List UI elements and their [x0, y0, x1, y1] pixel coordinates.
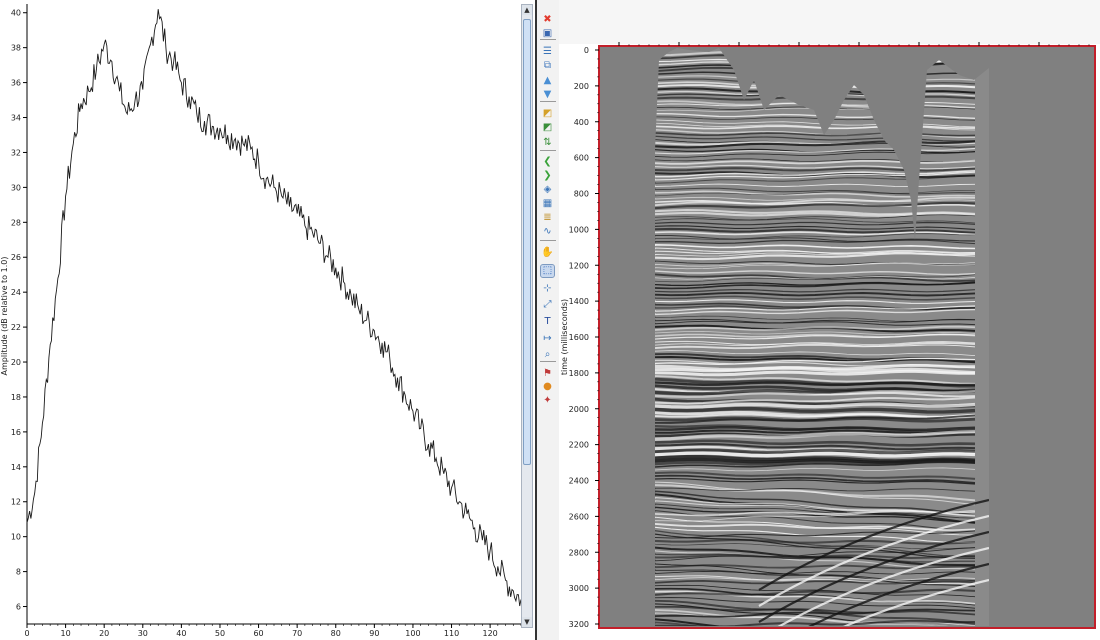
- y-axis-label: Amplitude (dB relative to 1.0): [0, 257, 9, 376]
- spectrum-panel: 6 8 10 12 14 16 18 20 22 24 26 28 30 32 34 36 38 40 0 10 20…: [0, 0, 537, 640]
- time-tick-label: 1000: [569, 225, 589, 234]
- arrow-down-tool-icon[interactable]: ▼: [541, 89, 554, 101]
- zoom-tool-icon[interactable]: ⌕: [541, 349, 554, 361]
- vertical-toolbar: ✖ ▣ ☰ ⧉ ▲ ▼ ◩ ◩ ⇅ ❮ ❯ ◈ ▦ ≣ ∿ ✋ ⬚ ⊹ ⤢ T ↦ ⌕ ⚑ ● ✦: [537, 0, 560, 640]
- image-tool-icon[interactable]: ▦: [541, 198, 554, 210]
- time-tick-label: 2600: [569, 512, 589, 521]
- time-tick-label: 3000: [569, 584, 589, 593]
- measure-tool-icon[interactable]: ↦: [541, 333, 554, 345]
- scrollbar-thumb[interactable]: [523, 19, 531, 465]
- list-tool-icon[interactable]: ☰: [541, 46, 554, 58]
- settings-tool-icon[interactable]: ✦: [541, 395, 554, 407]
- y-tick-label: 20: [11, 358, 21, 367]
- scroll-down-icon[interactable]: ▼: [522, 617, 532, 627]
- toolbar-separator: [540, 101, 556, 102]
- spectrum-series-line: [26, 9, 522, 607]
- x-tick-label: 50: [215, 629, 225, 638]
- x-tick-label: 30: [138, 629, 148, 638]
- y-tick-label: 36: [11, 79, 21, 88]
- time-tick-label: 0: [584, 46, 589, 55]
- x-tick-label: 90: [369, 629, 379, 638]
- spectrum-plot: 6 8 10 12 14 16 18 20 22 24 26 28 30 32 34 36 38 40 0 10 20…: [0, 4, 522, 638]
- toolbar-separator: [540, 150, 556, 151]
- arrow-up-tool-icon[interactable]: ▲: [541, 75, 554, 87]
- time-tick-label: 400: [574, 118, 589, 127]
- x-tick-label: 60: [253, 629, 263, 638]
- expand-tool-icon[interactable]: ⤢: [541, 299, 554, 311]
- toolbar-separator: [540, 240, 556, 241]
- y-tick-label: 26: [11, 253, 21, 262]
- pick-tool-icon[interactable]: ⊹: [541, 283, 554, 295]
- close-tool-icon[interactable]: ✖: [541, 14, 554, 26]
- time-tick-label: 1800: [569, 369, 589, 378]
- page-edit-tool-icon[interactable]: ◩: [541, 108, 554, 120]
- x-tick-label: 0: [24, 629, 29, 638]
- toolbar-separator: [540, 361, 556, 362]
- stack-tool-icon[interactable]: ≣: [541, 212, 554, 224]
- time-tick-label: 2400: [569, 477, 589, 486]
- scroll-up-icon[interactable]: ▲: [522, 5, 532, 15]
- seismic-section-view[interactable]: 0 200 400 600 800 1000 1200 1400 1600 1800 2000 220…: [559, 0, 1100, 640]
- seismic-panel: 0 200 400 600 800 1000 1200 1400 1600 1800 2000 220…: [559, 0, 1100, 640]
- time-tick-label: 2800: [569, 548, 589, 557]
- y-tick-label: 10: [11, 533, 21, 542]
- x-tick-label: 20: [99, 629, 109, 638]
- hand-pan-tool-icon[interactable]: ✋: [541, 247, 554, 259]
- x-tick-label: 100: [405, 629, 420, 638]
- spectrum-vertical-scrollbar[interactable]: ▲ ▼: [521, 4, 533, 628]
- page-check-tool-icon[interactable]: ◩: [541, 122, 554, 134]
- x-tick-label: 80: [331, 629, 341, 638]
- y-tick-label: 14: [11, 463, 21, 472]
- time-tick-label: 1400: [569, 297, 589, 306]
- time-tick-label: 2000: [569, 405, 589, 414]
- time-axis-label: time (milliseconds): [560, 299, 569, 375]
- text-tool-icon[interactable]: T: [541, 316, 554, 328]
- layers-tool-icon[interactable]: ◈: [541, 184, 554, 196]
- y-tick-label: 30: [11, 183, 21, 192]
- x-tick-label: 10: [61, 629, 71, 638]
- x-tick-label: 110: [444, 629, 459, 638]
- y-tick-label: 38: [11, 44, 21, 53]
- color-tool-icon[interactable]: ●: [541, 381, 554, 393]
- time-tick-label: 600: [574, 154, 589, 163]
- y-tick-label: 22: [11, 323, 21, 332]
- y-tick-label: 32: [11, 148, 21, 157]
- x-tick-label: 40: [176, 629, 186, 638]
- copy-tool-icon[interactable]: ⧉: [541, 60, 554, 72]
- time-tick-label: 2200: [569, 441, 589, 450]
- x-tick-label: 120: [482, 629, 497, 638]
- time-tick-label: 800: [574, 190, 589, 199]
- time-tick-label: 1600: [569, 333, 589, 342]
- y-tick-label: 12: [11, 498, 21, 507]
- flag-tool-icon[interactable]: ⚑: [541, 368, 554, 380]
- time-tick-label: 3200: [569, 620, 589, 629]
- y-tick-label: 34: [11, 114, 21, 123]
- time-tick-label: 200: [574, 82, 589, 91]
- y-tick-label: 24: [11, 288, 21, 297]
- next-tool-icon[interactable]: ❯: [541, 170, 554, 182]
- y-tick-label: 6: [16, 603, 21, 612]
- y-tick-label: 18: [11, 393, 21, 402]
- y-tick-label: 8: [16, 568, 21, 577]
- wave-tool-icon[interactable]: ∿: [541, 226, 554, 238]
- time-tick-label: 1200: [569, 261, 589, 270]
- exchange-tool-icon[interactable]: ⇅: [541, 137, 554, 149]
- y-tick-label: 16: [11, 428, 21, 437]
- y-tick-label: 28: [11, 218, 21, 227]
- previous-tool-icon[interactable]: ❮: [541, 156, 554, 168]
- y-tick-label: 40: [11, 9, 21, 18]
- print-tool-icon[interactable]: ▣: [541, 28, 554, 40]
- zoom-box-tool-icon[interactable]: ⬚: [540, 264, 555, 278]
- x-tick-label: 70: [292, 629, 302, 638]
